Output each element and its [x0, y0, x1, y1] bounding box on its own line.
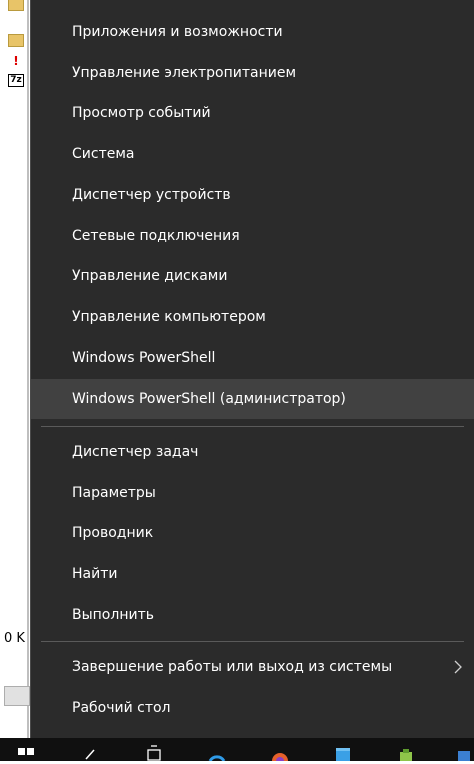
- menu-item-file-explorer[interactable]: Проводник: [31, 513, 474, 553]
- background-file-window: ! 7z 0 K: [0, 0, 30, 761]
- 7z-archive-icon[interactable]: 7z: [8, 74, 24, 87]
- menu-item-disk-management[interactable]: Управление дисками: [31, 256, 474, 296]
- winx-context-menu: Приложения и возможности Управление элек…: [30, 0, 474, 738]
- menu-item-desktop[interactable]: Рабочий стол: [31, 688, 474, 728]
- firefox-icon[interactable]: [271, 744, 289, 761]
- menu-item-shutdown-signout[interactable]: Завершение работы или выход из системы: [31, 647, 474, 687]
- menu-item-device-manager[interactable]: Диспетчер устройств: [31, 175, 474, 215]
- more-icon[interactable]: [455, 744, 473, 761]
- menu-item-powershell-admin[interactable]: Windows PowerShell (администратор): [31, 379, 474, 419]
- menu-item-run[interactable]: Выполнить: [31, 595, 474, 635]
- menu-item-settings[interactable]: Параметры: [31, 473, 474, 513]
- menu-item-power-options[interactable]: Управление электропитанием: [31, 53, 474, 93]
- task-view-icon[interactable]: [145, 744, 163, 761]
- window-divider: [27, 0, 29, 761]
- menu-item-computer-management[interactable]: Управление компьютером: [31, 297, 474, 337]
- chevron-right-icon: [454, 660, 462, 674]
- menu-item-apps-features[interactable]: Приложения и возможности: [31, 12, 474, 52]
- menu-separator: [41, 641, 464, 642]
- folder-icon[interactable]: [8, 0, 24, 11]
- menu-item-event-viewer[interactable]: Просмотр событий: [31, 93, 474, 133]
- status-size-text: 0 K: [4, 631, 25, 646]
- search-icon[interactable]: [82, 744, 100, 761]
- menu-item-network-connections[interactable]: Сетевые подключения: [31, 216, 474, 256]
- browser-icon[interactable]: [208, 744, 226, 761]
- store-icon[interactable]: [334, 744, 352, 761]
- menu-item-search[interactable]: Найти: [31, 554, 474, 594]
- warning-icon[interactable]: !: [8, 55, 24, 68]
- start-icon[interactable]: [18, 748, 34, 764]
- background-button[interactable]: [4, 686, 30, 706]
- menu-item-system[interactable]: Система: [31, 134, 474, 174]
- taskbar: [0, 738, 474, 761]
- app-icon[interactable]: [397, 744, 415, 761]
- menu-item-powershell[interactable]: Windows PowerShell: [31, 338, 474, 378]
- menu-item-task-manager[interactable]: Диспетчер задач: [31, 432, 474, 472]
- menu-separator: [41, 426, 464, 427]
- folder-icon[interactable]: [8, 34, 24, 47]
- menu-item-label: Завершение работы или выход из системы: [72, 659, 393, 675]
